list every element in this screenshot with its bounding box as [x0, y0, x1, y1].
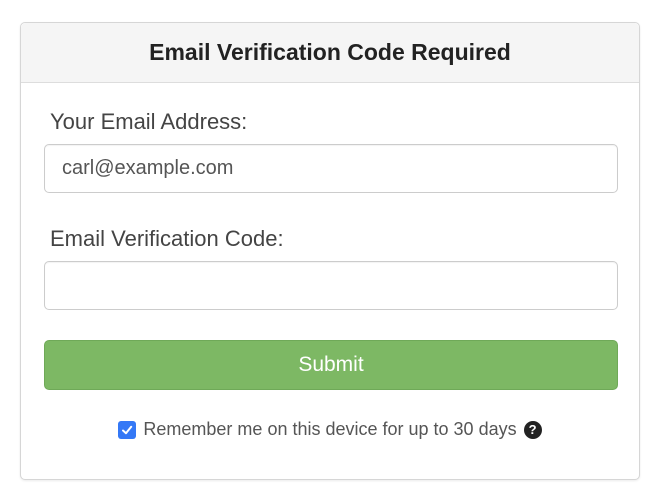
remember-me-label[interactable]: Remember me on this device for up to 30 …: [143, 419, 516, 440]
remember-me-row: Remember me on this device for up to 30 …: [21, 419, 639, 440]
verification-panel: Email Verification Code Required Your Em…: [20, 22, 640, 480]
panel-title: Email Verification Code Required: [149, 39, 511, 65]
question-circle-icon[interactable]: ?: [523, 420, 542, 439]
panel-heading: Email Verification Code Required: [21, 23, 639, 83]
email-field[interactable]: [44, 144, 618, 193]
verification-code-label: Email Verification Code:: [50, 226, 284, 251]
remember-me-checkbox[interactable]: [118, 420, 137, 439]
submit-button[interactable]: Submit: [44, 340, 618, 390]
verification-code-field[interactable]: [44, 261, 618, 310]
email-label: Your Email Address:: [50, 109, 248, 134]
checkmark-icon: [122, 425, 133, 434]
